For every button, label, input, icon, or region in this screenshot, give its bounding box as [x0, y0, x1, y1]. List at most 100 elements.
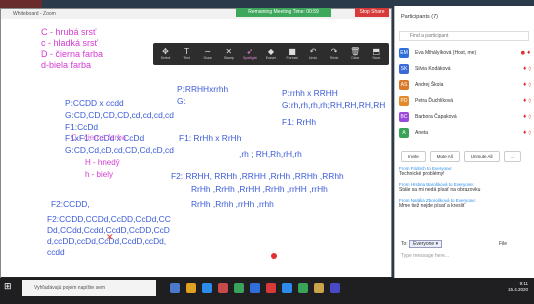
- taskbar-app-icon[interactable]: [266, 283, 276, 293]
- note-text: d-biela farba: [41, 60, 92, 70]
- taskbar-app-icon[interactable]: [330, 283, 340, 293]
- participant-name: Andrej Škola: [415, 81, 444, 88]
- avatar: A: [399, 127, 409, 138]
- note-text: P:rrhh x RRHH: [282, 88, 338, 98]
- trash-icon: 🗑: [350, 47, 361, 56]
- tool-clear[interactable]: 🗑 Clear: [345, 47, 365, 61]
- participant-row[interactable]: AS Andrej Škola ♦ ◊: [399, 78, 531, 91]
- taskbar: ⊞ Vyhľadávajú pojem napíšte sem 9:11 15.…: [0, 278, 534, 304]
- note-text: h - biely: [85, 170, 114, 179]
- avatar: PD: [399, 95, 409, 106]
- tool-save[interactable]: ⬒ Save: [366, 47, 386, 61]
- note-text: D - čierna farba: [41, 49, 104, 59]
- tool-stamp[interactable]: ✕ Stamp: [219, 47, 239, 61]
- chat-message: From Hrstina Barošková to Everyone: Stál…: [399, 182, 481, 193]
- mic-icon[interactable]: ♦ ◊: [522, 82, 531, 88]
- taskbar-app-icon[interactable]: [282, 283, 292, 293]
- cross-mark-icon: ✕: [106, 233, 114, 243]
- format-icon: ■: [288, 47, 296, 56]
- redo-icon: ↷: [330, 47, 338, 56]
- taskbar-app-icon[interactable]: [298, 283, 308, 293]
- note-text: F2:CCDD,: [51, 199, 90, 209]
- select-icon: ✥: [162, 47, 169, 56]
- note-text: F1: RrHh x RrHh: [179, 133, 242, 143]
- note-text: G:rh,rh,rh,rh;RH,RH,RH,RH: [282, 100, 386, 110]
- participant-actions: Invite Mute All Unmute All ...: [401, 151, 522, 162]
- participant-row[interactable]: BC Barbora Čapaková ♦ ◊: [399, 110, 531, 123]
- note-text: C - hrubá srsť: [41, 27, 97, 37]
- whiteboard-title: Whiteboard - Zoom: [1, 9, 391, 19]
- tool-redo[interactable]: ↷ Redo: [324, 47, 344, 61]
- participant-row[interactable]: SK Silvia Kodáková ♦ ◊: [399, 62, 531, 75]
- mute-all-button[interactable]: Mute All: [429, 151, 460, 162]
- participants-title: Participants (7): [401, 14, 438, 20]
- note-text: P:CCDD x ccdd: [65, 98, 124, 108]
- save-icon: ⬒: [372, 47, 381, 56]
- chat-log: From Fridrich to Everyone: Technické pro…: [399, 166, 529, 214]
- taskbar-app-icon[interactable]: [218, 283, 228, 293]
- chat-message: From Fridrich to Everyone: Technické pro…: [399, 166, 453, 177]
- mic-icon[interactable]: ♦ ◊: [522, 130, 531, 136]
- tool-text[interactable]: T Text: [177, 47, 197, 61]
- stop-share-button[interactable]: Stop Share: [355, 8, 389, 17]
- taskbar-app-icon[interactable]: [170, 283, 180, 293]
- tool-format[interactable]: ■ Format: [282, 47, 302, 61]
- invite-button[interactable]: Invite: [401, 151, 426, 162]
- note-text: F1:CcDd: [65, 122, 99, 132]
- chat-input[interactable]: Type message here...: [401, 253, 449, 259]
- note-text: RrHh ,Rrhh ,rrHh ,rrhh: [191, 199, 274, 209]
- unmute-all-button[interactable]: Unmute All: [463, 151, 500, 162]
- stamp-icon: ✕: [225, 47, 233, 56]
- chat-message: From Natália Zborošková to Everyone: Mme…: [399, 198, 477, 209]
- file-button[interactable]: File: [499, 241, 507, 247]
- whiteboard-toolbar: ✥ Select T Text ∼ Draw ✕ Stamp ➶ Spotlight ◆ E…: [153, 43, 389, 65]
- participant-name: Petra Ďuchlíková: [415, 97, 454, 104]
- more-button[interactable]: ...: [503, 151, 522, 162]
- taskbar-app-icon[interactable]: [314, 283, 324, 293]
- note-text: ccdd: [47, 247, 65, 257]
- taskbar-clock[interactable]: 9:11 15.4.2020: [508, 281, 528, 293]
- pointer-dot: [271, 253, 277, 259]
- taskbar-app-icon[interactable]: [234, 283, 244, 293]
- participant-name: Eva Mihályíková (Host, me): [415, 49, 477, 56]
- undo-icon: ↶: [309, 47, 317, 56]
- recipient-select[interactable]: Everyone ▾: [409, 240, 443, 248]
- note-text: ,rh ; RH,Rh,rH,rh: [239, 149, 302, 159]
- tool-undo[interactable]: ↶ Undo: [303, 47, 323, 61]
- avatar: EM: [399, 47, 409, 58]
- mic-icon[interactable]: ♦ ◊: [522, 66, 531, 72]
- mic-icon[interactable]: ♦ ◊: [522, 114, 531, 120]
- chat-recipient: To: Everyone ▾: [401, 240, 443, 248]
- tool-select[interactable]: ✥ Select: [156, 47, 176, 61]
- draw-icon: ∼: [204, 47, 212, 56]
- spotlight-icon: ➶: [246, 47, 254, 56]
- taskbar-app-icon[interactable]: [186, 283, 196, 293]
- mic-icon[interactable]: ● ♦: [521, 50, 531, 56]
- taskbar-app-icon[interactable]: [202, 283, 212, 293]
- mic-icon[interactable]: ♦ ◊: [522, 98, 531, 104]
- taskbar-app-icon[interactable]: [250, 283, 260, 293]
- participant-name: Barbora Čapaková: [415, 113, 457, 120]
- note-text: C - čierna farba: [71, 133, 127, 142]
- participant-name: Silvia Kodáková: [415, 65, 451, 72]
- note-text: F1: RrHh: [282, 117, 316, 127]
- windows-start-icon[interactable]: ⊞: [4, 282, 14, 292]
- tool-spotlight[interactable]: ➶ Spotlight: [240, 47, 260, 61]
- text-icon: T: [184, 47, 190, 56]
- note-text: F2:CCDD,CCDd,CcDD,CcDd,CC: [47, 214, 171, 224]
- participant-row[interactable]: A Aneta ♦ ◊: [399, 126, 531, 139]
- tool-draw[interactable]: ∼ Draw: [198, 47, 218, 61]
- note-text: c - hladká srsť: [41, 38, 98, 48]
- note-text: H - hnedý: [85, 158, 120, 167]
- taskbar-search-input[interactable]: Vyhľadávajú pojem napíšte sem: [22, 280, 156, 296]
- participant-row[interactable]: PD Petra Ďuchlíková ♦ ◊: [399, 94, 531, 107]
- tool-eraser[interactable]: ◆ Eraser: [261, 47, 281, 61]
- participant-row[interactable]: EM Eva Mihályíková (Host, me) ● ♦: [399, 46, 531, 59]
- note-text: G:: [177, 96, 186, 106]
- participant-search-input[interactable]: Find a participant: [399, 31, 529, 41]
- note-text: P:RRHHxrrhh: [177, 84, 229, 94]
- avatar: BC: [399, 111, 409, 122]
- note-text: RrHh ,RrHh ,RrHH ,RrHh ,rrHH ,rrHh: [191, 184, 328, 194]
- meeting-time-banner: Remaining Meeting Time: 00:59: [236, 8, 331, 17]
- participant-name: Aneta: [415, 129, 429, 136]
